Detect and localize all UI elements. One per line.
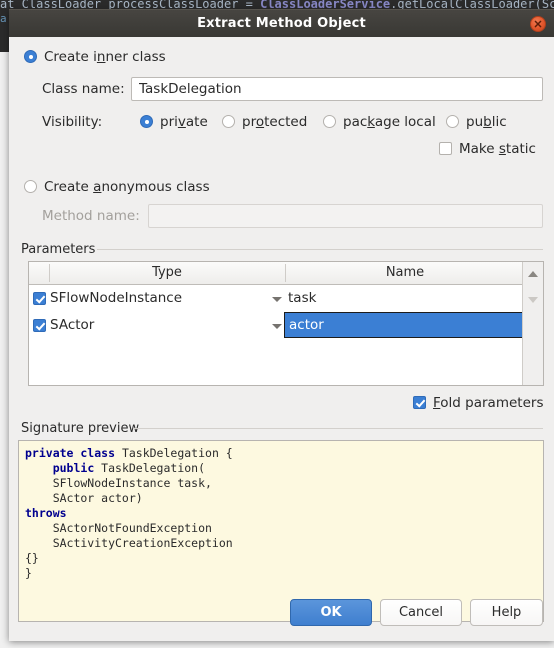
radio-anonymous-class-indicator — [24, 180, 37, 193]
parameters-table-header: Type Name — [29, 262, 543, 285]
radio-inner-class-indicator — [24, 50, 37, 63]
row-checkbox[interactable] — [33, 319, 46, 332]
signature-group-divider — [133, 428, 543, 429]
make-static-indicator — [439, 142, 452, 155]
radio-visibility-protected[interactable]: protected — [222, 114, 307, 130]
radio-protected-indicator — [222, 115, 235, 128]
column-header-name[interactable]: Name — [286, 262, 524, 284]
checkbox-make-static[interactable]: Make static — [439, 141, 536, 157]
row-type-value[interactable]: SFlowNodeInstance — [50, 285, 182, 312]
row-type-value[interactable]: SActor — [50, 312, 94, 339]
dialog-content: Create inner class Class name: Visibilit… — [9, 37, 554, 641]
table-row[interactable]: SFlowNodeInstance task — [29, 285, 543, 312]
radio-private-indicator — [140, 115, 153, 128]
parameters-group-title: Parameters — [21, 242, 102, 257]
table-row[interactable]: SActor actor — [29, 312, 543, 339]
radio-create-inner-class[interactable]: Create inner class — [24, 49, 166, 65]
row-name-value-editing[interactable]: actor — [284, 312, 523, 338]
close-icon[interactable] — [530, 16, 546, 32]
signature-preview-code: private class TaskDelegation { public Ta… — [25, 446, 233, 580]
radio-package-local-indicator — [323, 115, 336, 128]
scroll-down-icon[interactable] — [528, 297, 538, 303]
method-name-input[interactable] — [148, 204, 543, 228]
chevron-down-icon[interactable] — [272, 297, 282, 302]
radio-visibility-package-local[interactable]: package local — [323, 114, 436, 130]
signature-preview[interactable]: private class TaskDelegation { public Ta… — [18, 440, 544, 622]
radio-protected-label: protected — [242, 114, 308, 130]
radio-private-label: private — [160, 114, 208, 130]
row-name-value[interactable]: task — [288, 285, 316, 312]
scroll-up-icon[interactable] — [528, 271, 538, 277]
parameters-table[interactable]: Type Name SFlowNodeInstance task SActor … — [28, 261, 544, 386]
make-static-label: Make static — [459, 141, 536, 157]
radio-visibility-public[interactable]: public — [446, 114, 507, 130]
background-left-sliver: a — [0, 12, 9, 52]
dialog-title: Extract Method Object — [197, 16, 366, 31]
signature-group-title: Signature preview — [21, 421, 146, 436]
column-header-type[interactable]: Type — [50, 262, 284, 284]
class-name-input[interactable] — [131, 77, 543, 101]
extract-method-object-dialog: Extract Method Object Create inner class… — [9, 9, 554, 641]
dialog-titlebar[interactable]: Extract Method Object — [9, 9, 554, 37]
fold-parameters-indicator — [413, 396, 426, 409]
radio-package-local-label: package local — [343, 114, 436, 130]
class-name-label: Class name: — [42, 81, 125, 97]
row-checkbox[interactable] — [33, 292, 46, 305]
radio-public-label: public — [466, 114, 507, 130]
fold-parameters-label: Fold parameters — [433, 395, 544, 411]
parameters-scrollbar[interactable] — [522, 262, 543, 385]
radio-inner-class-label: Create inner class — [44, 49, 166, 65]
radio-public-indicator — [446, 115, 459, 128]
radio-anonymous-class-label: Create anonymous class — [44, 179, 210, 195]
visibility-label: Visibility: — [42, 114, 103, 130]
method-name-label: Method name: — [42, 208, 140, 224]
checkbox-fold-parameters[interactable]: Fold parameters — [413, 395, 543, 411]
chevron-down-icon[interactable] — [272, 324, 282, 329]
ok-button[interactable]: OK — [290, 599, 372, 626]
radio-visibility-private[interactable]: private — [140, 114, 208, 130]
cancel-button[interactable]: Cancel — [380, 599, 462, 626]
help-button[interactable]: Help — [470, 599, 543, 626]
radio-create-anonymous-class[interactable]: Create anonymous class — [24, 179, 210, 195]
parameters-group-divider — [97, 249, 543, 250]
